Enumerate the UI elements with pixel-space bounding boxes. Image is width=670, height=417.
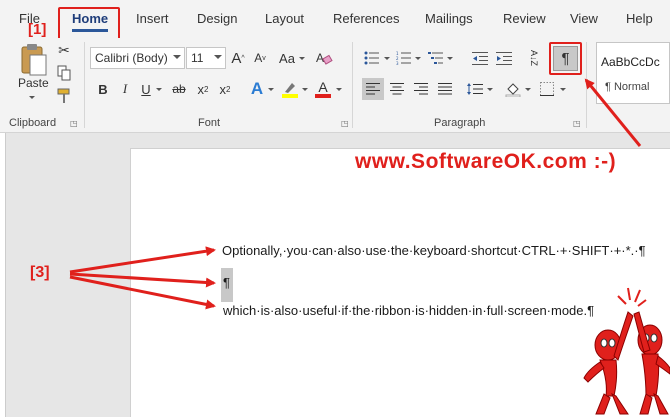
arrow-to-line-1 [69, 246, 216, 274]
annotation-arrows [69, 78, 670, 415]
high-five-figures-icon [583, 287, 670, 415]
arrow-to-pilcrow [584, 78, 642, 147]
